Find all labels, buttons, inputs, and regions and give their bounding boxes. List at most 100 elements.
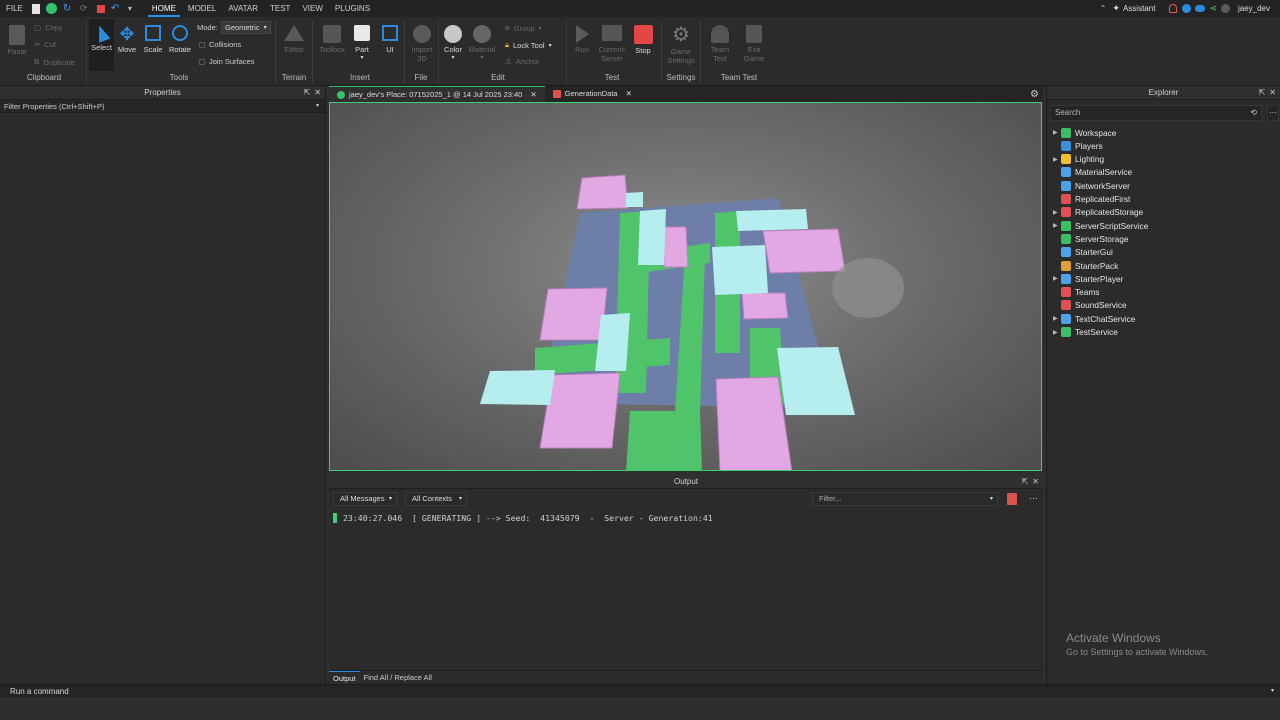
paste-button[interactable]: Paste bbox=[5, 25, 29, 56]
history-icon[interactable]: ⟲ bbox=[1250, 106, 1257, 120]
menu-model[interactable]: MODEL bbox=[182, 0, 222, 17]
undock-icon[interactable]: ⇱ bbox=[304, 86, 311, 100]
explorer-item-textchatservice[interactable]: ▶ TextChatService bbox=[1053, 312, 1135, 325]
material-button[interactable]: Material ▾ bbox=[467, 25, 497, 61]
publish-icon[interactable] bbox=[45, 3, 57, 14]
gear-icon[interactable]: ⚙ bbox=[1030, 89, 1039, 100]
collisions-toggle[interactable]: Collisions bbox=[199, 40, 241, 49]
redo-icon[interactable]: ↻ bbox=[63, 3, 74, 14]
explorer-item-startergui[interactable]: StarterGui bbox=[1053, 246, 1113, 259]
undo-icon[interactable]: ↶ bbox=[111, 3, 122, 14]
scale-tool-button[interactable]: Scale bbox=[141, 25, 165, 54]
select-tool-button[interactable]: Select bbox=[89, 19, 114, 71]
output-filter-input[interactable]: Filter... ▾ bbox=[812, 492, 998, 506]
exit-game-button[interactable]: Exit Game bbox=[740, 25, 768, 63]
group-clipboard-label: Clipboard bbox=[26, 73, 62, 82]
run-button[interactable]: Run bbox=[570, 25, 594, 54]
explorer-item-materialservice[interactable]: MaterialService bbox=[1053, 166, 1132, 179]
info-icon[interactable] bbox=[1182, 4, 1192, 13]
assistant-button[interactable]: Assistant bbox=[1123, 4, 1155, 13]
import-3d-button[interactable]: Import 3D bbox=[408, 25, 436, 63]
3d-viewport[interactable] bbox=[329, 102, 1042, 471]
clear-output-icon[interactable] bbox=[1007, 493, 1017, 505]
explorer-item-serverscriptservice[interactable]: ▶ ServerScriptService bbox=[1053, 219, 1148, 232]
share-icon[interactable]: ⋖ bbox=[1209, 3, 1217, 14]
menu-file[interactable]: FILE bbox=[0, 0, 29, 17]
expand-arrow-icon[interactable]: ▶ bbox=[1053, 329, 1061, 336]
menu-plugins[interactable]: PLUGINS bbox=[329, 0, 376, 17]
command-bar[interactable]: Run a command ▾ bbox=[0, 684, 1280, 697]
expand-arrow-icon[interactable]: ▶ bbox=[1053, 209, 1061, 216]
move-arrows-icon: ✥ bbox=[119, 24, 135, 44]
group-button[interactable]: ⧈ Group ▾ bbox=[505, 23, 542, 33]
move-tool-button[interactable]: ✥ Move bbox=[115, 25, 139, 54]
menu-view[interactable]: VIEW bbox=[296, 0, 328, 17]
tab-find-all[interactable]: Find All / Replace All bbox=[360, 671, 436, 684]
close-icon[interactable]: ✕ bbox=[530, 87, 536, 103]
new-file-icon[interactable] bbox=[31, 3, 40, 14]
play-icon[interactable]: ⟳ bbox=[80, 3, 91, 14]
close-icon[interactable]: ✕ bbox=[1032, 475, 1039, 489]
tab-generationdata[interactable]: GenerationData ✕ bbox=[545, 86, 640, 102]
username[interactable]: jaey_dev bbox=[1238, 4, 1270, 13]
mode-dropdown[interactable]: Geometric ▾ bbox=[221, 21, 271, 34]
join-surfaces-toggle[interactable]: Join Surfaces bbox=[199, 57, 254, 66]
color-button[interactable]: Color ▾ bbox=[441, 25, 465, 61]
current-server-button[interactable]: Current: Server bbox=[596, 25, 628, 63]
cut-button[interactable]: ✂ Cut bbox=[34, 40, 56, 49]
explorer-item-starterpack[interactable]: StarterPack bbox=[1053, 259, 1118, 272]
more-options-icon[interactable]: ⋯ bbox=[1029, 493, 1038, 504]
rotate-tool-button[interactable]: Rotate bbox=[167, 25, 193, 54]
undock-icon[interactable]: ⇱ bbox=[1022, 475, 1029, 489]
undock-icon[interactable]: ⇱ bbox=[1259, 86, 1266, 100]
explorer-item-starterplayer[interactable]: ▶ StarterPlayer bbox=[1053, 272, 1123, 285]
explorer-item-testservice[interactable]: ▶ TestService bbox=[1053, 326, 1118, 339]
explorer-item-serverstorage[interactable]: ServerStorage bbox=[1053, 232, 1129, 245]
close-icon[interactable]: ✕ bbox=[626, 86, 632, 102]
messages-filter-dropdown[interactable]: All Messages ▾ bbox=[333, 492, 397, 506]
explorer-item-replicatedstorage[interactable]: ▶ ReplicatedStorage bbox=[1053, 206, 1143, 219]
contexts-filter-dropdown[interactable]: All Contexts ▾ bbox=[405, 492, 467, 506]
explorer-item-networkserver[interactable]: NetworkServer bbox=[1053, 179, 1130, 192]
exit-icon bbox=[746, 25, 762, 43]
explorer-item-lighting[interactable]: ▶ Lighting bbox=[1053, 153, 1104, 166]
expand-arrow-icon[interactable]: ▶ bbox=[1053, 275, 1061, 282]
terrain-editor-button[interactable]: Editor bbox=[280, 25, 308, 54]
explorer-search-input[interactable]: Search ⟲ bbox=[1050, 105, 1262, 121]
part-button[interactable]: Part ▾ bbox=[350, 25, 374, 61]
expand-arrow-icon[interactable]: ▶ bbox=[1053, 156, 1061, 163]
ui-button[interactable]: UI bbox=[378, 25, 402, 54]
close-icon[interactable]: ✕ bbox=[314, 86, 321, 100]
stop-button[interactable]: Stop bbox=[631, 25, 655, 55]
toolbox-button[interactable]: Toolbox bbox=[316, 25, 348, 54]
anchor-button[interactable]: ⚓︎ Anchor bbox=[505, 57, 540, 66]
more-options-icon[interactable]: ⋯ bbox=[1267, 105, 1279, 121]
expand-arrow-icon[interactable]: ▶ bbox=[1053, 222, 1061, 229]
stop-square-icon[interactable] bbox=[96, 4, 105, 13]
collapse-ribbon-icon[interactable]: ⌃ bbox=[1100, 4, 1107, 13]
duplicate-button[interactable]: ⧉ Duplicate bbox=[34, 57, 75, 67]
copy-button[interactable]: ▢ Copy bbox=[34, 23, 63, 32]
expand-arrow-icon[interactable]: ▶ bbox=[1053, 315, 1061, 322]
game-settings-button[interactable]: ⚙ Game Settings bbox=[664, 25, 698, 65]
menu-home[interactable]: HOME bbox=[146, 0, 182, 17]
team-test-button[interactable]: Team Test bbox=[706, 25, 734, 63]
filter-properties-input[interactable]: Filter Properties (Ctrl+Shift+P) ▾ bbox=[0, 100, 325, 113]
explorer-item-players[interactable]: Players bbox=[1053, 139, 1103, 152]
menu-avatar[interactable]: AVATAR bbox=[222, 0, 264, 17]
explorer-item-workspace[interactable]: ▶ Workspace bbox=[1053, 126, 1116, 139]
avatar[interactable] bbox=[1220, 4, 1230, 13]
tab-place[interactable]: jaey_dev's Place: 07152025_1 @ 14 Jul 20… bbox=[329, 86, 545, 102]
explorer-item-soundservice[interactable]: SoundService bbox=[1053, 299, 1127, 312]
close-icon[interactable]: ✕ bbox=[1269, 86, 1276, 100]
notifications-icon[interactable] bbox=[1169, 4, 1178, 13]
gear-icon: ⚙ bbox=[672, 24, 690, 46]
menu-test[interactable]: TEST bbox=[264, 0, 296, 17]
more-dropdown-icon[interactable]: ▾ bbox=[128, 3, 139, 14]
explorer-item-replicatedfirst[interactable]: ReplicatedFirst bbox=[1053, 193, 1130, 206]
expand-arrow-icon[interactable]: ▶ bbox=[1053, 129, 1061, 136]
lock-tool-button[interactable]: 🔒︎ Lock Tool ▾ bbox=[505, 40, 552, 50]
cloud-icon[interactable] bbox=[1195, 5, 1206, 12]
tab-output[interactable]: Output bbox=[329, 671, 360, 684]
explorer-item-teams[interactable]: Teams bbox=[1053, 286, 1099, 299]
